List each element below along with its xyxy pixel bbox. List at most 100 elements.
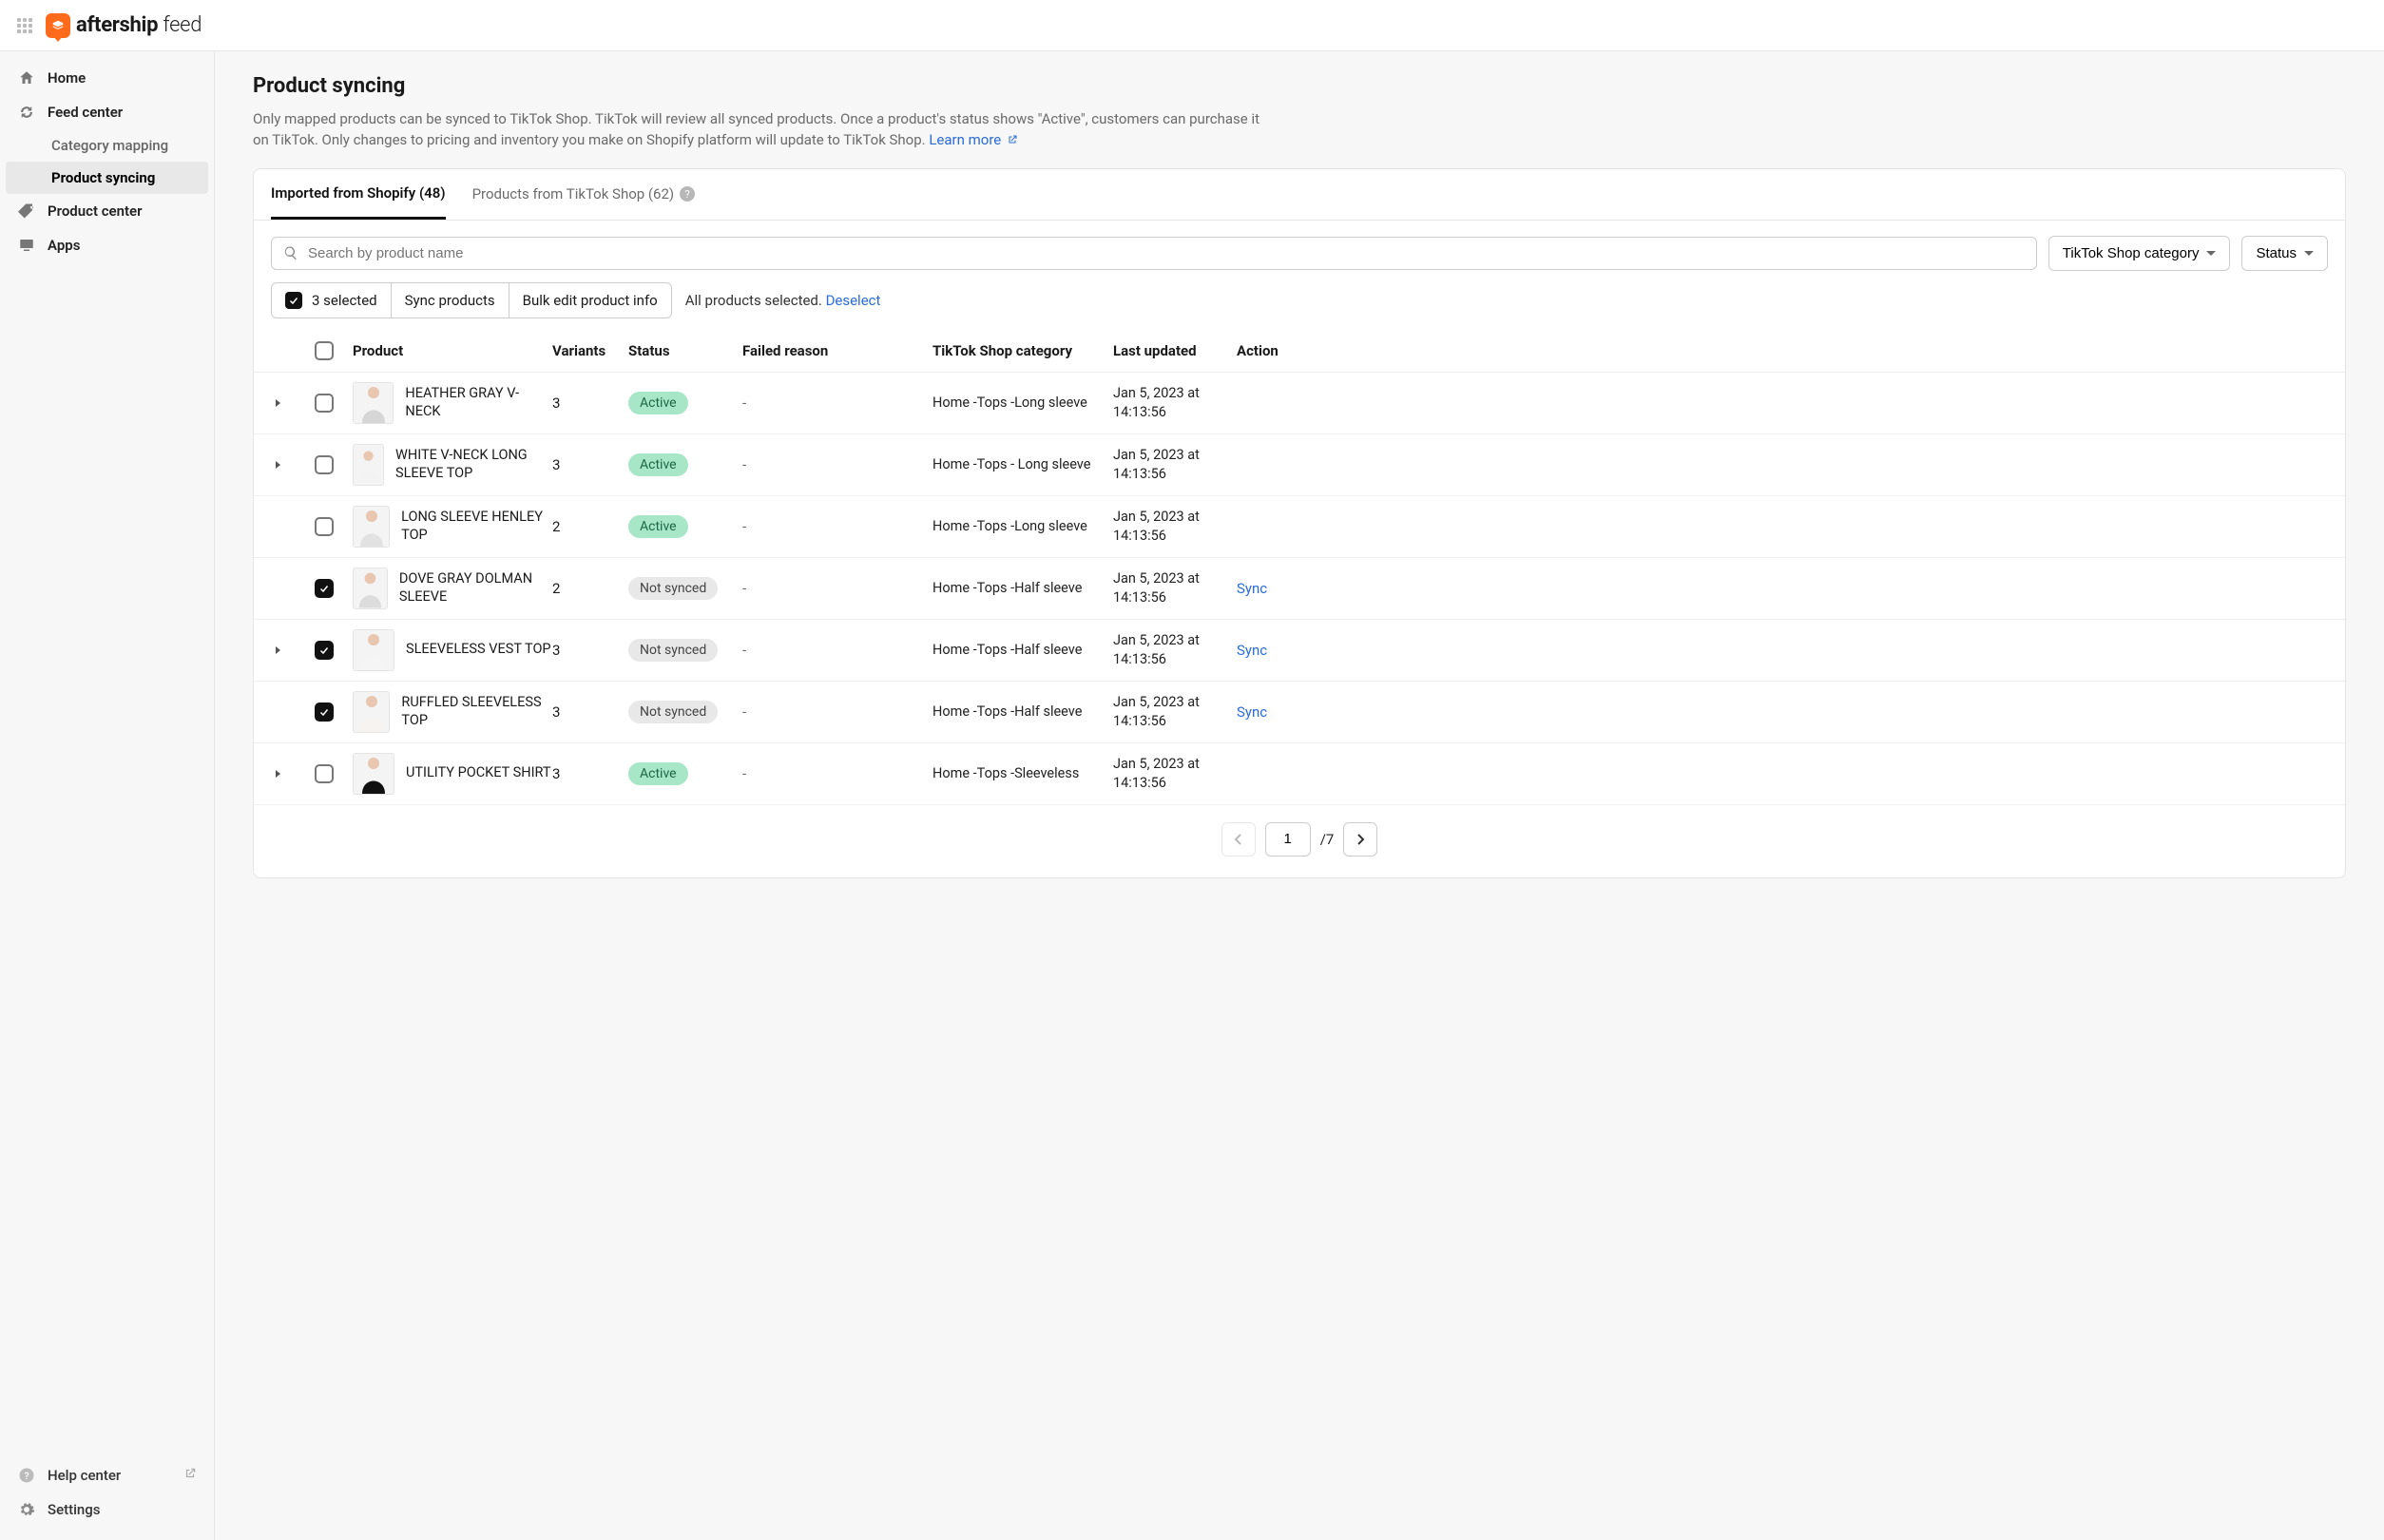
sidebar-item-home[interactable]: Home bbox=[0, 61, 214, 95]
variants-value: 3 bbox=[552, 765, 628, 782]
row-checkbox[interactable] bbox=[315, 394, 334, 413]
sidebar-item-label: Home bbox=[48, 69, 86, 87]
search-input[interactable] bbox=[308, 245, 2025, 261]
variants-value: 3 bbox=[552, 456, 628, 473]
product-syncing-card: Imported from Shopify (48) Products from… bbox=[253, 168, 2346, 878]
checkbox-checked-icon[interactable] bbox=[285, 292, 302, 309]
category-value: Home -Tops -Long sleeve bbox=[932, 395, 1113, 411]
sidebar-item-apps[interactable]: Apps bbox=[0, 228, 214, 262]
last-updated-value: Jan 5, 2023 at 14:13:56 bbox=[1113, 569, 1237, 606]
gear-icon bbox=[17, 1500, 36, 1519]
product-thumbnail bbox=[353, 444, 384, 486]
help-icon[interactable]: ? bbox=[680, 186, 695, 202]
status-filter-button[interactable]: Status bbox=[2241, 236, 2328, 271]
table-row: UTILITY POCKET SHIRT3Active-Home -Tops -… bbox=[254, 743, 2345, 805]
tab-products-tiktok[interactable]: Products from TikTok Shop (62) ? bbox=[472, 170, 696, 218]
brand-text: aftership feed bbox=[76, 13, 202, 37]
select-all-checkbox[interactable] bbox=[315, 341, 334, 360]
page-description: Only mapped products can be synced to Ti… bbox=[253, 109, 1260, 151]
failed-reason-value: - bbox=[742, 765, 932, 782]
product-thumbnail bbox=[353, 382, 394, 424]
sidebar-item-label: Settings bbox=[48, 1501, 101, 1518]
status-badge: Not synced bbox=[628, 639, 718, 662]
brand-logo[interactable]: aftership feed bbox=[46, 13, 202, 38]
expand-row-button[interactable] bbox=[271, 643, 286, 658]
next-page-button[interactable] bbox=[1343, 822, 1377, 857]
expand-row-button[interactable] bbox=[271, 395, 286, 411]
row-checkbox[interactable] bbox=[315, 641, 334, 660]
status-badge: Not synced bbox=[628, 577, 718, 600]
sidebar-item-category-mapping[interactable]: Category mapping bbox=[0, 129, 214, 162]
chevron-left-icon bbox=[1234, 834, 1243, 845]
product-table: Product Variants Status Failed reason Ti… bbox=[254, 330, 2345, 805]
sidebar-item-label: Apps bbox=[48, 237, 80, 254]
last-updated-value: Jan 5, 2023 at 14:13:56 bbox=[1113, 693, 1237, 730]
product-name: LONG SLEEVE HENLEY TOP bbox=[401, 509, 552, 545]
category-value: Home -Tops -Half sleeve bbox=[932, 642, 1113, 658]
tab-imported-shopify[interactable]: Imported from Shopify (48) bbox=[271, 169, 446, 220]
page-total: /7 bbox=[1320, 831, 1335, 848]
category-value: Home -Tops - Long sleeve bbox=[932, 456, 1113, 472]
expand-row-button[interactable] bbox=[271, 766, 286, 781]
pagination: /7 bbox=[254, 805, 2345, 877]
last-updated-value: Jan 5, 2023 at 14:13:56 bbox=[1113, 446, 1237, 483]
failed-reason-value: - bbox=[742, 580, 932, 597]
deselect-link[interactable]: Deselect bbox=[826, 292, 881, 309]
sidebar-item-label: Help center bbox=[48, 1467, 121, 1484]
product-name: DOVE GRAY DOLMAN SLEEVE bbox=[399, 570, 552, 606]
row-checkbox[interactable] bbox=[315, 455, 334, 474]
page-input[interactable] bbox=[1265, 822, 1311, 857]
product-thumbnail bbox=[353, 629, 394, 671]
status-badge: Active bbox=[628, 515, 688, 538]
sync-action-link[interactable]: Sync bbox=[1237, 703, 1267, 721]
chevron-right-icon bbox=[1355, 834, 1365, 845]
product-thumbnail bbox=[353, 691, 390, 733]
row-checkbox[interactable] bbox=[315, 703, 334, 722]
category-filter-button[interactable]: TikTok Shop category bbox=[2048, 236, 2231, 271]
app-launcher-icon[interactable] bbox=[17, 18, 32, 33]
sync-action-link[interactable]: Sync bbox=[1237, 642, 1267, 659]
table-row: SLEEVELESS VEST TOP3Not synced-Home -Top… bbox=[254, 620, 2345, 682]
row-checkbox[interactable] bbox=[315, 517, 334, 536]
tab-label: Imported from Shopify (48) bbox=[271, 184, 446, 202]
chevron-down-icon bbox=[2206, 251, 2216, 256]
status-badge: Active bbox=[628, 392, 688, 414]
sidebar-item-help-center[interactable]: ? Help center bbox=[0, 1458, 214, 1492]
variants-value: 3 bbox=[552, 642, 628, 659]
external-link-icon bbox=[183, 1467, 197, 1484]
failed-reason-value: - bbox=[742, 703, 932, 721]
brand-badge-icon bbox=[46, 13, 70, 38]
product-thumbnail bbox=[353, 753, 394, 795]
prev-page-button[interactable] bbox=[1221, 822, 1256, 857]
sidebar: Home Feed center Category mapping Produc… bbox=[0, 51, 215, 1540]
sync-action-link[interactable]: Sync bbox=[1237, 580, 1267, 597]
search-input-wrapper[interactable] bbox=[271, 237, 2037, 270]
sidebar-item-product-syncing[interactable]: Product syncing bbox=[6, 162, 208, 194]
status-badge: Not synced bbox=[628, 701, 718, 723]
col-updated: Last updated bbox=[1113, 342, 1237, 359]
learn-more-link[interactable]: Learn more bbox=[929, 131, 1018, 148]
variants-value: 2 bbox=[552, 518, 628, 535]
last-updated-value: Jan 5, 2023 at 14:13:56 bbox=[1113, 508, 1237, 545]
col-failed: Failed reason bbox=[742, 342, 932, 359]
bulk-edit-button[interactable]: Bulk edit product info bbox=[509, 283, 671, 318]
variants-value: 3 bbox=[552, 395, 628, 412]
product-thumbnail bbox=[353, 568, 388, 609]
table-row: DOVE GRAY DOLMAN SLEEVE2Not synced-Home … bbox=[254, 558, 2345, 620]
col-action: Action bbox=[1237, 342, 1303, 359]
last-updated-value: Jan 5, 2023 at 14:13:56 bbox=[1113, 384, 1237, 421]
sync-products-button[interactable]: Sync products bbox=[392, 283, 509, 318]
sidebar-item-label: Category mapping bbox=[51, 137, 168, 154]
sidebar-item-feed-center[interactable]: Feed center bbox=[0, 95, 214, 129]
col-category: TikTok Shop category bbox=[932, 342, 1113, 359]
row-checkbox[interactable] bbox=[315, 579, 334, 598]
expand-row-button[interactable] bbox=[271, 457, 286, 472]
svg-text:?: ? bbox=[24, 1470, 29, 1482]
sidebar-item-product-center[interactable]: Product center bbox=[0, 194, 214, 228]
table-row: RUFFLED SLEEVELESS TOP3Not synced-Home -… bbox=[254, 682, 2345, 743]
sidebar-item-settings[interactable]: Settings bbox=[0, 1492, 214, 1527]
product-name: HEATHER GRAY V-NECK bbox=[405, 385, 552, 421]
status-badge: Active bbox=[628, 453, 688, 476]
row-checkbox[interactable] bbox=[315, 764, 334, 783]
table-header: Product Variants Status Failed reason Ti… bbox=[254, 330, 2345, 373]
